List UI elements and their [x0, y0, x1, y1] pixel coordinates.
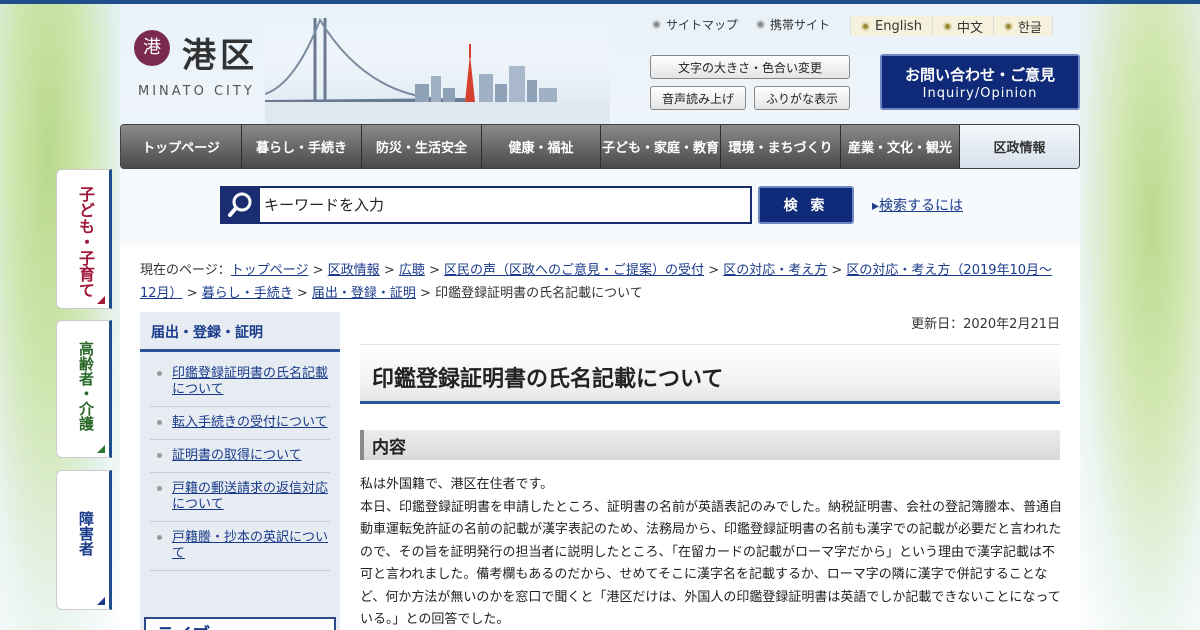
body-paragraph: 私は外国籍で、港区在住者です。 [360, 477, 554, 492]
search-box [220, 186, 752, 224]
updated-date: 更新日：2020年2月21日 [911, 317, 1060, 332]
lang-label: 中文 [956, 20, 983, 36]
bullet-icon [652, 20, 661, 29]
sidebar-item: 戸籍謄・抄本の英訳について [150, 530, 330, 571]
body-paragraph: 本日、印鑑登録証明書を申請したところ、証明書の名前が英語表記のみでした。納税証明… [360, 499, 1063, 628]
sidebar-item: 戸籍の郵送請求の返信対応について [150, 481, 330, 522]
mobile-site-label: 携帯サイト [770, 18, 831, 32]
utility-links: サイトマップ 携帯サイト [652, 16, 848, 33]
sidebar-link[interactable]: 証明書の取得について [172, 448, 302, 463]
page-title-box: 印鑑登録証明書の氏名記載について [360, 344, 1060, 404]
voice-read-button[interactable]: 音声読み上げ [650, 86, 746, 110]
bullet-icon [942, 21, 952, 31]
breadcrumb: 現在のページ：トップページ > 区政情報 > 広聴 > 区民の声（区政へのご意見… [140, 263, 1053, 301]
corner-arrow-icon [97, 597, 105, 605]
breadcrumb-link[interactable]: 区の対応・考え方 [723, 263, 827, 278]
sitemap-label: サイトマップ [666, 18, 739, 32]
search-help-label: 検索するには [879, 198, 964, 214]
search-input[interactable] [264, 190, 744, 220]
side-tab-label: 子ども・子育て [76, 186, 95, 298]
furigana-button[interactable]: ふりがな表示 [754, 86, 850, 110]
lang-label: 한글 [1017, 20, 1042, 36]
mobile-site-link[interactable]: 携帯サイト [756, 16, 830, 33]
inquiry-label: お問い合わせ・ご意見 [904, 66, 1055, 84]
breadcrumb-link[interactable]: 届出・登録・証明 [312, 286, 416, 301]
search-help-link[interactable]: ▸検索するには [872, 195, 963, 215]
side-tab-children[interactable]: 子ども・子育て [56, 169, 112, 309]
sidebar-link[interactable]: 戸籍の郵送請求の返信対応について [172, 481, 328, 512]
search-icon [222, 188, 260, 222]
sidebar-link[interactable]: 転入手続きの受付について [172, 415, 328, 430]
breadcrumb-link[interactable]: 暮らし・手続き [202, 286, 293, 301]
search-button[interactable]: 検 索 [758, 186, 854, 224]
breadcrumb-current: 印鑑登録証明書の氏名記載について [435, 286, 643, 301]
sidebar-item: 転入手続きの受付について [150, 415, 330, 440]
bullet-icon [157, 371, 162, 376]
sidebar-list: 印鑑登録証明書の氏名記載について 転入手続きの受付について 証明書の取得について… [150, 366, 330, 579]
bullet-icon [756, 20, 766, 29]
background-foliage-right [1080, 0, 1200, 630]
minato-emblem-icon: 港 [134, 30, 170, 66]
corner-arrow-icon [97, 445, 105, 453]
bullet-icon [157, 453, 162, 458]
sidebar-banner[interactable]: ライブ... [144, 617, 336, 630]
section-heading-box: 内容 [360, 430, 1060, 460]
breadcrumb-link[interactable]: トップページ [231, 263, 309, 278]
logo-name: 港区 [182, 36, 258, 76]
sidebar-item: 印鑑登録証明書の氏名記載について [150, 366, 330, 407]
side-tab-label: 障害者 [77, 511, 95, 556]
side-tab-disability[interactable]: 障害者 [56, 470, 112, 610]
lang-korean[interactable]: 한글 [994, 16, 1053, 36]
top-accent-line [0, 0, 1200, 4]
side-tab-elderly[interactable]: 高齢者・介護 [56, 320, 112, 458]
language-switcher: English 中文 한글 [850, 16, 1053, 36]
inquiry-sublabel: Inquiry/Opinion [922, 86, 1038, 101]
sitemap-link[interactable]: サイトマップ [652, 16, 738, 33]
logo-subtitle: MINATO CITY [138, 84, 255, 99]
bullet-icon [157, 486, 162, 491]
bullet-icon [157, 535, 162, 540]
inquiry-button[interactable]: お問い合わせ・ご意見 Inquiry/Opinion [880, 54, 1080, 110]
text-size-color-button[interactable]: 文字の大きさ・色合い変更 [650, 55, 850, 79]
nav-children[interactable]: 子ども・家庭・教育 [601, 125, 721, 168]
breadcrumb-label: 現在のページ： [140, 263, 231, 278]
nav-top-page[interactable]: トップページ [121, 125, 242, 168]
global-nav: トップページ 暮らし・手続き 防災・生活安全 健康・福祉 子ども・家庭・教育 環… [120, 124, 1080, 169]
lang-label: English [875, 18, 922, 34]
breadcrumb-link[interactable]: 区政情報 [328, 263, 380, 278]
body-text: 私は外国籍で、港区在住者です。 本日、印鑑登録証明書を申請したところ、証明書の名… [360, 474, 1062, 630]
bullet-icon [861, 21, 870, 31]
section-heading: 内容 [372, 438, 406, 458]
nav-health[interactable]: 健康・福祉 [482, 125, 601, 168]
sidebar-item: 証明書の取得について [150, 448, 330, 473]
lang-english[interactable]: English [851, 16, 933, 36]
nav-environment[interactable]: 環境・まちづくり [721, 125, 841, 168]
lang-chinese[interactable]: 中文 [933, 16, 994, 36]
skyline-illustration [265, 14, 610, 124]
page-title: 印鑑登録証明書の氏名記載について [372, 367, 724, 392]
side-tab-label: 高齢者・介護 [77, 341, 95, 431]
nav-living[interactable]: 暮らし・手続き [242, 125, 362, 168]
nav-city-info[interactable]: 区政情報 [960, 125, 1079, 168]
nav-industry[interactable]: 産業・文化・観光 [841, 125, 960, 168]
bullet-icon [157, 420, 162, 425]
breadcrumb-link[interactable]: 区民の声（区政へのご意見・ご提案）の受付 [444, 263, 704, 278]
triangle-icon: ▸ [872, 198, 880, 214]
local-sidebar: 届出・登録・証明 印鑑登録証明書の氏名記載について 転入手続きの受付について 証… [140, 312, 340, 630]
bullet-icon [1003, 21, 1013, 31]
corner-arrow-icon [97, 296, 105, 304]
breadcrumb-link[interactable]: 広聴 [399, 263, 425, 278]
sidebar-link[interactable]: 戸籍謄・抄本の英訳について [172, 530, 328, 561]
sidebar-heading-link[interactable]: 届出・登録・証明 [151, 322, 263, 342]
sidebar-link[interactable]: 印鑑登録証明書の氏名記載について [172, 366, 328, 397]
sidebar-heading: 届出・登録・証明 [140, 312, 340, 352]
sidebar-banner-label: ライブ... [156, 621, 231, 630]
nav-safety[interactable]: 防災・生活安全 [362, 125, 482, 168]
